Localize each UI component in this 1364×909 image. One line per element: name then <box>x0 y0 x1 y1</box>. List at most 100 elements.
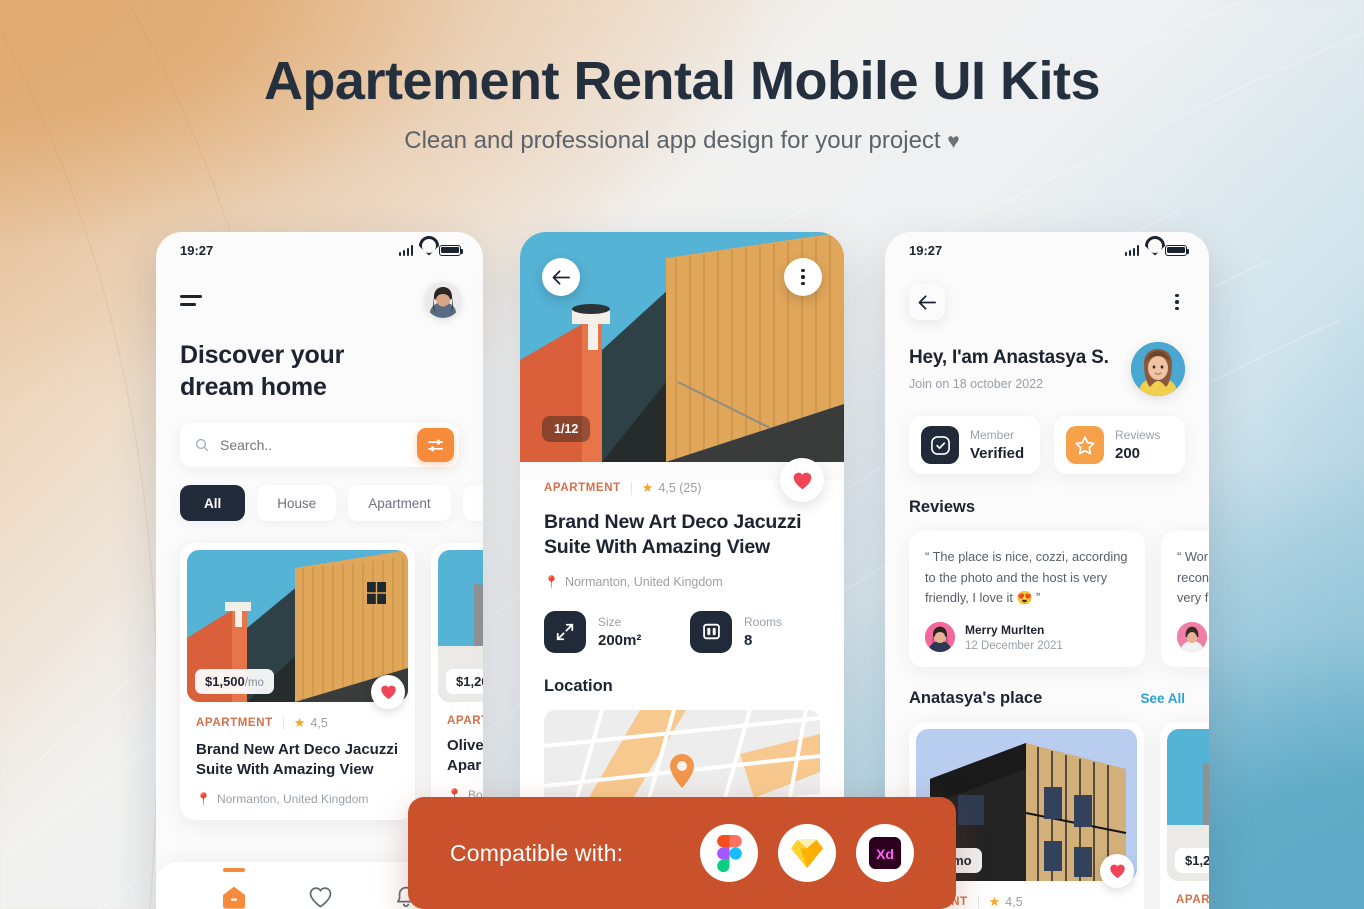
avatar-image <box>925 622 955 653</box>
heart-icon <box>793 472 811 489</box>
favorite-button[interactable] <box>1100 854 1134 889</box>
card-meta: TMENT ★ 4,5 <box>925 894 1137 909</box>
status-icons <box>1124 244 1190 256</box>
property-card[interactable]: $1,20 APART OliveApar 📍 Bo: <box>431 543 483 820</box>
category-chips: All House Apartment Off <box>180 485 483 521</box>
battery-icon <box>1165 244 1190 256</box>
property-card[interactable]: $1,20 APART Olive <box>1160 722 1209 909</box>
property-cards-row: $1,500/mo APARTMENT ★ 4,5 Brand New Art … <box>180 543 483 820</box>
reviews-section-title: Reviews <box>909 498 976 516</box>
more-options-button[interactable] <box>784 258 822 296</box>
chip-office[interactable]: Off <box>462 485 483 521</box>
favorite-button[interactable] <box>371 675 405 709</box>
more-options-button[interactable] <box>1169 288 1185 317</box>
nav-item-favorites[interactable] <box>308 885 333 909</box>
review-text: “ The place is nice, cozzi, according to… <box>925 549 1128 606</box>
heart-icon: ♥ <box>947 130 960 154</box>
card-meta: APART <box>447 715 483 727</box>
page-subtitle-text: Clean and professional app design for yo… <box>404 127 941 155</box>
heart-icon <box>380 685 396 700</box>
figma-logo[interactable] <box>700 824 758 882</box>
review-card: “ The place is nice, cozzi, according to… <box>909 531 1145 668</box>
wifi-icon <box>419 245 433 256</box>
chip-all[interactable]: All <box>180 485 246 521</box>
places-header: Anatasya's place See All <box>885 667 1209 708</box>
arrow-left-icon <box>552 269 570 285</box>
stat-reviews-text: Reviews 200 <box>1115 428 1160 462</box>
specs-row: Size 200m² Rooms 8 <box>544 610 820 653</box>
chip-apartment[interactable]: Apartment <box>348 485 451 521</box>
profile-greeting: Hey, I'am Anastasya S. <box>909 347 1109 368</box>
see-all-link[interactable]: See All <box>1140 691 1185 706</box>
review-card: “ Wor recon very f <box>1161 531 1209 668</box>
search-bar[interactable] <box>180 423 459 467</box>
favorite-button[interactable] <box>780 458 824 502</box>
star-icon: ★ <box>641 480 654 495</box>
spec-value: 8 <box>744 631 753 649</box>
chip-house[interactable]: House <box>257 485 337 521</box>
stat-value: Verified <box>970 445 1025 462</box>
spec-label: Size <box>598 614 622 629</box>
logo-row: Xd <box>700 824 914 882</box>
signal-icon <box>1124 245 1139 256</box>
kebab-menu-icon <box>1175 293 1179 311</box>
review-author-name: Merry Murlten <box>965 622 1045 637</box>
phone3-topbar <box>885 268 1209 320</box>
sketch-logo[interactable] <box>778 824 836 882</box>
location-pin-icon: 📍 <box>196 791 211 806</box>
property-hero-image: 1/12 <box>520 232 844 462</box>
property-type-tag: APART <box>1176 894 1209 907</box>
avatar <box>925 622 955 653</box>
spec-size-text: Size 200m² <box>598 615 641 649</box>
detail-sheet: APARTMENT ★ 4,5 (25) Brand New Art Deco … <box>520 458 844 830</box>
expand-arrows-icon <box>544 610 586 653</box>
star-outline-icon <box>1066 426 1104 464</box>
stat-card-member: Member Verified <box>909 416 1040 474</box>
page-title: Apartement Rental Mobile UI Kits <box>263 51 1101 111</box>
search-input[interactable] <box>220 437 407 453</box>
detail-meta: APARTMENT ★ 4,5 (25) <box>544 480 820 496</box>
status-bar: 19:27 <box>156 232 483 268</box>
stat-value: 200 <box>1115 445 1141 462</box>
rating: ★ 4,5 <box>989 894 1023 909</box>
hamburger-icon[interactable] <box>180 294 202 306</box>
check-circle-glyph <box>930 435 950 455</box>
rating: ★ 4,5 (25) <box>642 480 702 496</box>
adobe-xd-logo[interactable]: Xd <box>856 824 914 882</box>
property-card[interactable]: $1,500/mo APARTMENT ★ 4,5 Brand New Art … <box>180 543 415 820</box>
star-glyph <box>1075 435 1095 454</box>
property-type-tag: APART <box>447 715 483 727</box>
check-circle-icon <box>921 426 959 464</box>
avatar[interactable] <box>425 282 461 318</box>
back-button[interactable] <box>909 284 945 320</box>
places-title: Anatasya's place <box>909 689 1043 708</box>
property-image: $1,20 <box>1167 729 1209 882</box>
star-icon: ★ <box>293 715 306 730</box>
status-time: 19:27 <box>909 242 943 258</box>
profile-stats: Member Verified Reviews 200 <box>885 396 1209 474</box>
stat-card-reviews: Reviews 200 <box>1054 416 1185 474</box>
card-meta: APARTMENT ★ 4,5 <box>196 715 408 731</box>
battery-icon <box>439 244 464 256</box>
location-section-title: Location <box>544 676 613 695</box>
filter-sliders-icon[interactable] <box>417 428 454 462</box>
compatible-label: Compatible with: <box>450 839 624 866</box>
property-title: Brand New Art Deco Jacuzzi Suite With Ama… <box>544 511 802 559</box>
spec-label: Rooms <box>744 614 783 629</box>
heart-icon <box>309 887 332 908</box>
active-indicator <box>222 868 245 872</box>
spec-value: 200m² <box>598 631 642 649</box>
back-button[interactable] <box>542 258 580 296</box>
price-tag: $1,20 <box>1175 848 1209 874</box>
home-icon <box>222 886 245 909</box>
nav-item-home[interactable] <box>221 868 247 909</box>
hero-title: Discover your dream home <box>180 341 345 401</box>
reviews-row: “ The place is nice, cozzi, according to… <box>885 517 1209 668</box>
divider <box>282 716 284 730</box>
avatar[interactable] <box>1131 342 1185 396</box>
price-tag: $1,20 <box>446 669 483 694</box>
profile-join-date: Join on 18 october 2022 <box>909 377 1044 391</box>
property-title: Olive Apar <box>447 737 483 775</box>
wifi-icon <box>1145 245 1159 256</box>
page-subtitle: Clean and professional app design for yo… <box>0 127 1364 155</box>
